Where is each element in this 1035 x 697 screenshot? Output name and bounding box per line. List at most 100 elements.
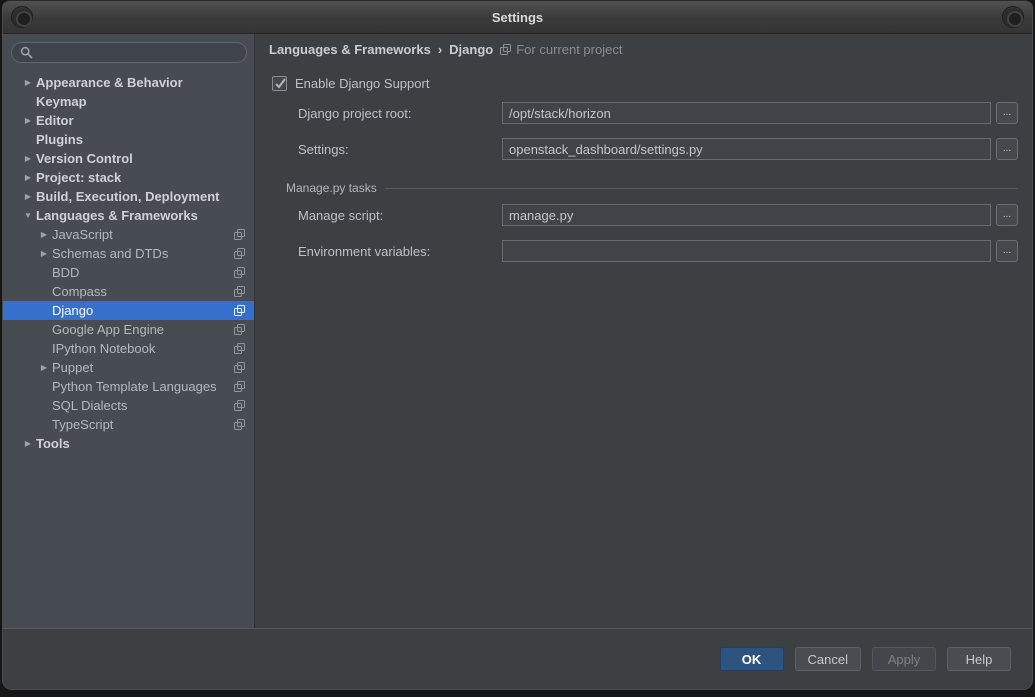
tree-label: TypeScript (52, 417, 113, 432)
chevron-right-icon[interactable]: ▶ (36, 363, 52, 372)
environment-variables-browse-button[interactable]: ... (996, 240, 1018, 262)
chevron-right-icon[interactable]: ▶ (20, 192, 36, 201)
sidebar-item-django[interactable]: Django (3, 301, 254, 320)
project-settings-icon (234, 229, 245, 240)
chevron-right-icon[interactable]: ▶ (36, 230, 52, 239)
sidebar-item-plugins[interactable]: Plugins (3, 130, 254, 149)
breadcrumb-current: Django (449, 42, 493, 57)
cancel-button[interactable]: Cancel (795, 647, 861, 671)
environment-variables-row: Environment variables: ... (298, 240, 1018, 262)
tree-label: Django (52, 303, 93, 318)
settings-sidebar: ▶ Appearance & Behavior Keymap ▶ Editor … (3, 34, 255, 628)
chevron-right-icon[interactable]: ▶ (36, 249, 52, 258)
tree-label: Python Template Languages (52, 379, 217, 394)
django-project-root-label: Django project root: (298, 106, 502, 121)
django-project-root-row: Django project root: ... (298, 102, 1018, 124)
chevron-right-icon[interactable]: ▶ (20, 154, 36, 163)
tree-label: Editor (36, 113, 74, 128)
settings-file-input[interactable] (502, 138, 991, 160)
enable-django-support-row: Enable Django Support (272, 76, 1032, 91)
sidebar-item-compass[interactable]: Compass (3, 282, 254, 301)
tree-label: Puppet (52, 360, 93, 375)
breadcrumb-separator: › (438, 42, 442, 57)
breadcrumb-parent: Languages & Frameworks (269, 42, 431, 57)
title-bar: Settings (3, 1, 1032, 34)
tree-label: Google App Engine (52, 322, 164, 337)
sidebar-item-editor[interactable]: ▶ Editor (3, 111, 254, 130)
project-settings-icon (234, 419, 245, 430)
help-button[interactable]: Help (947, 647, 1011, 671)
tree-label: SQL Dialects (52, 398, 127, 413)
sidebar-item-keymap[interactable]: Keymap (3, 92, 254, 111)
breadcrumb: Languages & Frameworks › Django For curr… (255, 34, 1032, 64)
tree-label: Build, Execution, Deployment (36, 189, 219, 204)
tree-label: IPython Notebook (52, 341, 155, 356)
section-divider (385, 188, 1018, 189)
tree-label: Compass (52, 284, 107, 299)
sidebar-item-schemas-and-dtds[interactable]: ▶ Schemas and DTDs (3, 244, 254, 263)
sidebar-item-build-execution-deployment[interactable]: ▶ Build, Execution, Deployment (3, 187, 254, 206)
tree-label: Version Control (36, 151, 133, 166)
project-settings-icon (234, 362, 245, 373)
settings-file-row: Settings: ... (298, 138, 1018, 160)
window-title: Settings (492, 10, 543, 25)
sidebar-item-ipython-notebook[interactable]: IPython Notebook (3, 339, 254, 358)
dialog-button-bar: OK Cancel Apply Help (3, 628, 1032, 689)
sidebar-item-version-control[interactable]: ▶ Version Control (3, 149, 254, 168)
manage-script-input[interactable] (502, 204, 991, 226)
section-title: Manage.py tasks (286, 181, 377, 195)
tree-label: Schemas and DTDs (52, 246, 168, 261)
tree-label: Appearance & Behavior (36, 75, 183, 90)
tree-label: JavaScript (52, 227, 113, 242)
tree-label: Plugins (36, 132, 83, 147)
tree-label: BDD (52, 265, 79, 280)
window-close-button[interactable] (1002, 6, 1024, 28)
settings-tree: ▶ Appearance & Behavior Keymap ▶ Editor … (3, 73, 254, 453)
project-settings-icon (234, 324, 245, 335)
manage-script-label: Manage script: (298, 208, 502, 223)
settings-file-label: Settings: (298, 142, 502, 157)
environment-variables-input[interactable] (502, 240, 991, 262)
sidebar-item-bdd[interactable]: BDD (3, 263, 254, 282)
sidebar-item-tools[interactable]: ▶ Tools (3, 434, 254, 453)
manage-py-tasks-section: Manage.py tasks (286, 181, 1018, 195)
django-project-root-browse-button[interactable]: ... (996, 102, 1018, 124)
sidebar-item-sql-dialects[interactable]: SQL Dialects (3, 396, 254, 415)
tree-label: Tools (36, 436, 70, 451)
ok-button[interactable]: OK (720, 647, 784, 671)
sidebar-item-languages-frameworks[interactable]: ▼ Languages & Frameworks (3, 206, 254, 225)
sidebar-item-google-app-engine[interactable]: Google App Engine (3, 320, 254, 339)
project-settings-icon (234, 286, 245, 297)
project-settings-icon (234, 343, 245, 354)
sidebar-item-javascript[interactable]: ▶ JavaScript (3, 225, 254, 244)
sidebar-item-typescript[interactable]: TypeScript (3, 415, 254, 434)
tree-label: Languages & Frameworks (36, 208, 198, 223)
settings-file-browse-button[interactable]: ... (996, 138, 1018, 160)
tree-label: Project: stack (36, 170, 121, 185)
chevron-right-icon[interactable]: ▶ (20, 173, 36, 182)
search-input[interactable] (38, 45, 238, 61)
settings-content-panel: Languages & Frameworks › Django For curr… (255, 34, 1032, 628)
sidebar-item-python-template-languages[interactable]: Python Template Languages (3, 377, 254, 396)
tree-label: Keymap (36, 94, 87, 109)
django-project-root-input[interactable] (502, 102, 991, 124)
window-menu-button[interactable] (11, 6, 33, 28)
check-icon (274, 77, 287, 90)
search-area (3, 34, 254, 67)
manage-script-browse-button[interactable]: ... (996, 204, 1018, 226)
search-box[interactable] (11, 42, 247, 63)
scope-note-text: For current project (516, 42, 622, 57)
sidebar-item-puppet[interactable]: ▶ Puppet (3, 358, 254, 377)
chevron-right-icon[interactable]: ▶ (20, 116, 36, 125)
settings-dialog: Settings ▶ Appearance & Behavior (2, 0, 1033, 690)
sidebar-item-project-stack[interactable]: ▶ Project: stack (3, 168, 254, 187)
project-settings-icon (500, 44, 511, 55)
chevron-down-icon[interactable]: ▼ (20, 211, 36, 220)
chevron-right-icon[interactable]: ▶ (20, 78, 36, 87)
sidebar-item-appearance-behavior[interactable]: ▶ Appearance & Behavior (3, 73, 254, 92)
apply-button[interactable]: Apply (872, 647, 936, 671)
enable-django-support-checkbox[interactable] (272, 76, 287, 91)
chevron-right-icon[interactable]: ▶ (20, 439, 36, 448)
project-settings-icon (234, 267, 245, 278)
project-settings-icon (234, 305, 245, 316)
